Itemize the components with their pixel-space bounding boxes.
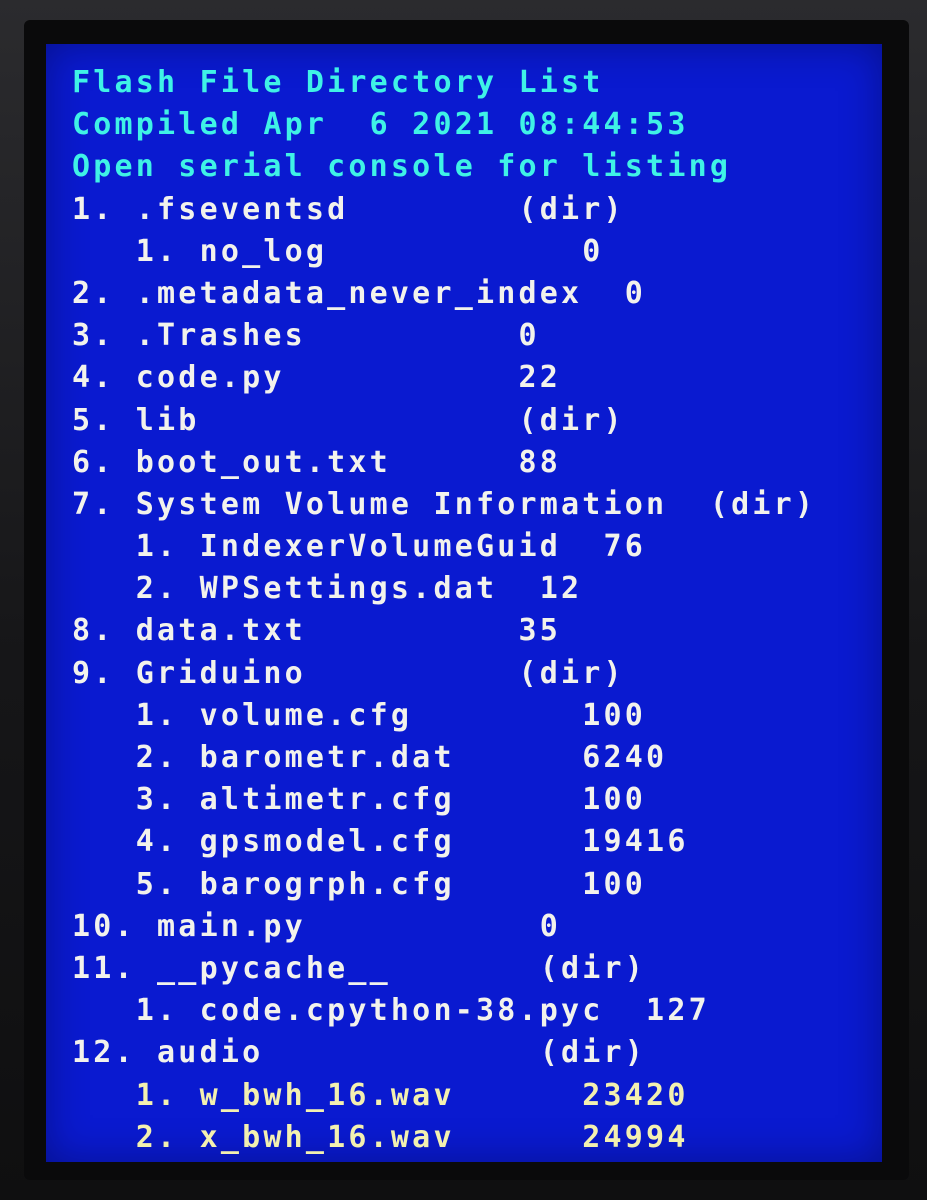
list-item-gpsmodel-cfg: 4. gpsmodel.cfg 19416 [72, 824, 689, 860]
directory-listing: Flash File Directory List Compiled Apr 6… [72, 62, 816, 1159]
list-item-trashes: 3. .Trashes 0 [72, 318, 540, 354]
list-item-fseventsd: 1. .fseventsd (dir) [72, 191, 625, 227]
list-item-code-cpython-pyc: 1. code.cpython-38.pyc 127 [72, 993, 710, 1029]
list-item-main-py: 10. main.py 0 [72, 908, 562, 944]
list-item-griduino: 9. Griduino (dir) [72, 655, 625, 691]
list-item-pycache: 11. __pycache__ (dir) [72, 950, 647, 986]
list-item-lib: 5. lib (dir) [72, 402, 625, 438]
list-item-data-txt: 8. data.txt 35 [72, 613, 562, 649]
list-item-barogrph-cfg: 5. barogrph.cfg 100 [72, 866, 647, 902]
list-item-audio: 12. audio (dir) [72, 1035, 647, 1071]
list-item-barometr-dat: 2. barometr.dat 6240 [72, 740, 668, 775]
page-title: Flash File Directory List [72, 65, 604, 100]
tft-display-screen: Flash File Directory List Compiled Apr 6… [46, 44, 882, 1162]
compile-timestamp: Compiled Apr 6 2021 08:44:53 [72, 107, 689, 143]
list-item-code-py: 4. code.py 22 [72, 360, 562, 396]
serial-console-hint: Open serial console for listing [72, 149, 732, 185]
list-item-system-volume-information: 7. System Volume Information (dir) [72, 486, 817, 522]
list-item-x-bwh-wav: 2. x_bwh_16.wav 24994 [72, 1119, 689, 1155]
list-item-indexer-volume-guid: 1. IndexerVolumeGuid 76 [72, 529, 647, 565]
list-item-wpsettings-dat: 2. WPSettings.dat 12 [72, 571, 583, 607]
list-item-w-bwh-wav: 1. w_bwh_16.wav 23420 [72, 1077, 689, 1113]
list-item-no-log: 1. no_log 0 [72, 233, 604, 269]
list-item-boot-out-txt: 6. boot_out.txt 88 [72, 444, 562, 480]
list-item-volume-cfg: 1. volume.cfg 100 [72, 697, 647, 733]
list-item-metadata-never-index: 2. .metadata_never_index 0 [72, 275, 647, 311]
list-item-altimetr-cfg: 3. altimetr.cfg 100 [72, 782, 647, 818]
